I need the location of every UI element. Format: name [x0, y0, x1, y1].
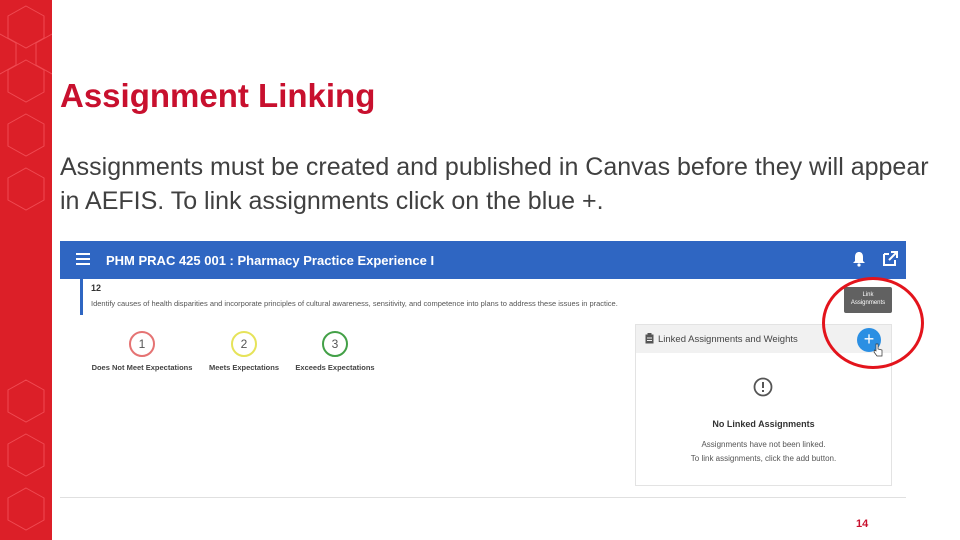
outcome-number: 12	[91, 283, 102, 293]
empty-state-title: No Linked Assignments	[712, 419, 815, 429]
rating-circle: 2	[231, 331, 257, 357]
slide-body-text: Assignments must be created and publishe…	[60, 153, 929, 215]
hexagon-pattern	[0, 5, 52, 531]
decorative-side-band	[0, 0, 52, 540]
outcome-description: Identify causes of health disparities an…	[91, 299, 618, 308]
rating-circle: 3	[322, 331, 348, 357]
aefis-screenshot: PHM PRAC 425 001 : Pharmacy Practice Exp…	[60, 241, 906, 498]
slide-title: Assignment Linking	[60, 77, 376, 114]
bell-icon[interactable]	[852, 251, 866, 267]
page-number: 14	[856, 518, 869, 530]
course-title: PHM PRAC 425 001 : Pharmacy Practice Exp…	[106, 253, 435, 268]
rating-3[interactable]: 3 Exceeds Expectations	[275, 331, 395, 372]
alert-circle-icon	[753, 377, 773, 397]
highlight-circle	[822, 277, 924, 369]
rating-circle: 1	[129, 331, 155, 357]
app-header-bar: PHM PRAC 425 001 : Pharmacy Practice Exp…	[60, 241, 906, 279]
external-link-icon[interactable]	[882, 251, 898, 267]
empty-state-line-2: To link assignments, click the add butto…	[690, 454, 837, 463]
panel-title: Linked Assignments and Weights	[658, 334, 798, 345]
empty-state-line-1: Assignments have not been linked.	[701, 440, 826, 449]
rating-label: Exceeds Expectations	[295, 363, 375, 372]
outcome-row: 12 Identify causes of health disparities…	[80, 279, 893, 315]
clipboard-icon	[645, 333, 654, 344]
menu-icon[interactable]	[76, 253, 90, 265]
